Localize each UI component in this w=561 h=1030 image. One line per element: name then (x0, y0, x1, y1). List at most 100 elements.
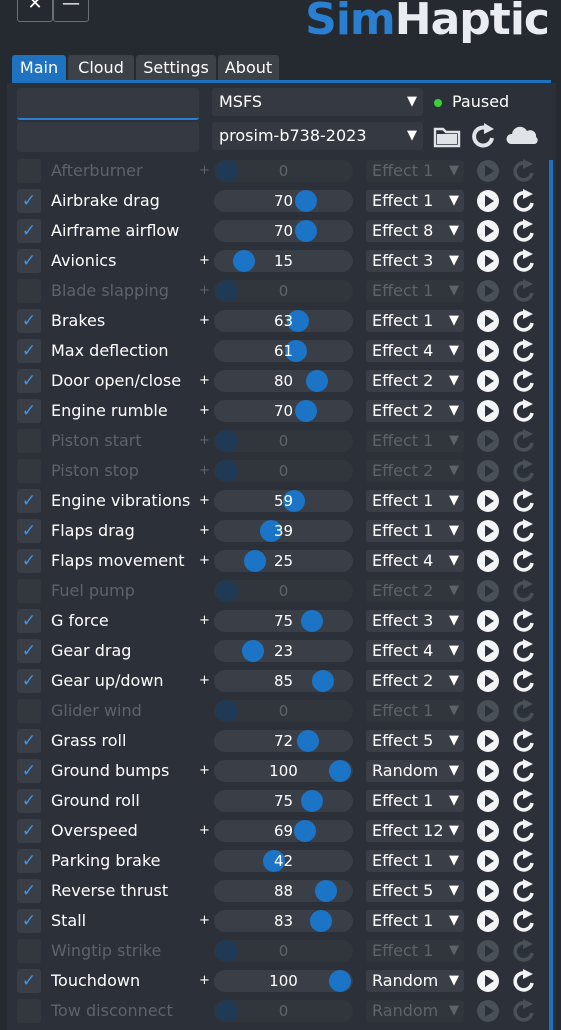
intensity-slider[interactable]: 0 (214, 430, 353, 452)
intensity-slider[interactable]: 0 (214, 160, 353, 182)
effect-enable-checkbox[interactable]: ✓ (17, 219, 41, 243)
effect-enable-checkbox[interactable]: ✓ (17, 789, 41, 813)
play-button[interactable] (476, 519, 500, 543)
effect-enable-checkbox[interactable]: ✓ (17, 639, 41, 663)
close-button[interactable]: ✕ (17, 0, 53, 22)
effect-select[interactable]: Effect 1 ▼ (366, 280, 464, 302)
reset-button[interactable] (510, 399, 538, 423)
tab-cloud[interactable]: Cloud (68, 55, 134, 80)
reset-button[interactable] (510, 579, 538, 603)
play-button[interactable] (476, 489, 500, 513)
effect-enable-checkbox[interactable]: ✓ (17, 759, 41, 783)
intensity-slider[interactable]: 0 (214, 1000, 353, 1022)
expand-plus-icon[interactable]: + (199, 486, 210, 516)
folder-icon[interactable] (433, 123, 461, 149)
effect-enable-checkbox[interactable]: ✓ (17, 969, 41, 993)
reset-button[interactable] (510, 879, 538, 903)
expand-plus-icon[interactable]: + (199, 516, 210, 546)
effect-select[interactable]: Effect 3 ▼ (366, 610, 464, 632)
effect-enable-checkbox[interactable] (17, 279, 41, 303)
intensity-slider[interactable]: 0 (214, 580, 353, 602)
play-button[interactable] (476, 369, 500, 393)
effect-enable-checkbox[interactable] (17, 579, 41, 603)
play-button[interactable] (476, 909, 500, 933)
reset-button[interactable] (510, 309, 538, 333)
play-button[interactable] (476, 309, 500, 333)
play-button[interactable] (476, 609, 500, 633)
play-button[interactable] (476, 849, 500, 873)
intensity-slider[interactable]: 0 (214, 460, 353, 482)
play-button[interactable] (476, 459, 500, 483)
effect-select[interactable]: Effect 1 ▼ (366, 310, 464, 332)
effect-enable-checkbox[interactable] (17, 429, 41, 453)
tab-settings[interactable]: Settings (136, 55, 216, 80)
minimize-button[interactable]: — (53, 0, 89, 22)
intensity-slider[interactable]: 70 (214, 190, 353, 212)
effect-select[interactable]: Effect 2 ▼ (366, 670, 464, 692)
reset-button[interactable] (510, 849, 538, 873)
reset-button[interactable] (510, 429, 538, 453)
play-button[interactable] (476, 699, 500, 723)
play-button[interactable] (476, 399, 500, 423)
reset-button[interactable] (510, 339, 538, 363)
effect-select[interactable]: Effect 1 ▼ (366, 520, 464, 542)
intensity-slider[interactable]: 75 (214, 790, 353, 812)
effect-enable-checkbox[interactable]: ✓ (17, 609, 41, 633)
intensity-slider[interactable]: 25 (214, 550, 353, 572)
effect-select[interactable]: Effect 1 ▼ (366, 160, 464, 182)
play-button[interactable] (476, 279, 500, 303)
expand-plus-icon[interactable]: + (199, 246, 210, 276)
cloud-icon[interactable] (505, 122, 539, 148)
expand-plus-icon[interactable]: + (199, 306, 210, 336)
play-button[interactable] (476, 639, 500, 663)
profile-select[interactable]: prosim-b738-2023 ▼ (212, 122, 423, 150)
effect-select[interactable]: Effect 5 ▼ (366, 880, 464, 902)
effect-enable-checkbox[interactable]: ✓ (17, 339, 41, 363)
expand-plus-icon[interactable]: + (199, 276, 210, 306)
effect-enable-checkbox[interactable]: ✓ (17, 309, 41, 333)
play-button[interactable] (476, 669, 500, 693)
intensity-slider[interactable]: 0 (214, 940, 353, 962)
effect-enable-checkbox[interactable]: ✓ (17, 549, 41, 573)
effect-enable-checkbox[interactable] (17, 699, 41, 723)
intensity-slider[interactable]: 42 (214, 850, 353, 872)
reset-button[interactable] (510, 369, 538, 393)
refresh-icon[interactable] (470, 123, 498, 149)
intensity-slider[interactable]: 75 (214, 610, 353, 632)
reset-button[interactable] (510, 699, 538, 723)
play-button[interactable] (476, 759, 500, 783)
reset-button[interactable] (510, 999, 538, 1023)
effect-select[interactable]: Random ▼ (366, 970, 464, 992)
effect-select[interactable]: Effect 2 ▼ (366, 400, 464, 422)
effect-select[interactable]: Effect 2 ▼ (366, 370, 464, 392)
reset-button[interactable] (510, 519, 538, 543)
intensity-slider[interactable]: 15 (214, 250, 353, 272)
expand-plus-icon[interactable]: + (199, 426, 210, 456)
intensity-slider[interactable]: 59 (214, 490, 353, 512)
intensity-slider[interactable]: 88 (214, 880, 353, 902)
play-button[interactable] (476, 249, 500, 273)
expand-plus-icon[interactable]: + (199, 756, 210, 786)
reset-button[interactable] (510, 279, 538, 303)
effect-enable-checkbox[interactable] (17, 939, 41, 963)
reset-button[interactable] (510, 249, 538, 273)
effect-select[interactable]: Effect 1 ▼ (366, 910, 464, 932)
effect-select[interactable]: Effect 3 ▼ (366, 250, 464, 272)
play-button[interactable] (476, 999, 500, 1023)
effect-enable-checkbox[interactable] (17, 999, 41, 1023)
effect-select[interactable]: Effect 1 ▼ (366, 940, 464, 962)
intensity-slider[interactable]: 100 (214, 970, 353, 992)
effect-enable-checkbox[interactable]: ✓ (17, 849, 41, 873)
reset-button[interactable] (510, 489, 538, 513)
effect-select[interactable]: Effect 2 ▼ (366, 580, 464, 602)
tab-main[interactable]: Main (12, 55, 66, 80)
expand-plus-icon[interactable]: + (199, 666, 210, 696)
effect-select[interactable]: Effect 1 ▼ (366, 850, 464, 872)
reset-button[interactable] (510, 189, 538, 213)
effect-select[interactable]: Effect 1 ▼ (366, 190, 464, 212)
sim-select[interactable]: MSFS ▼ (212, 88, 423, 116)
intensity-slider[interactable]: 69 (214, 820, 353, 842)
play-button[interactable] (476, 159, 500, 183)
play-button[interactable] (476, 789, 500, 813)
play-button[interactable] (476, 549, 500, 573)
